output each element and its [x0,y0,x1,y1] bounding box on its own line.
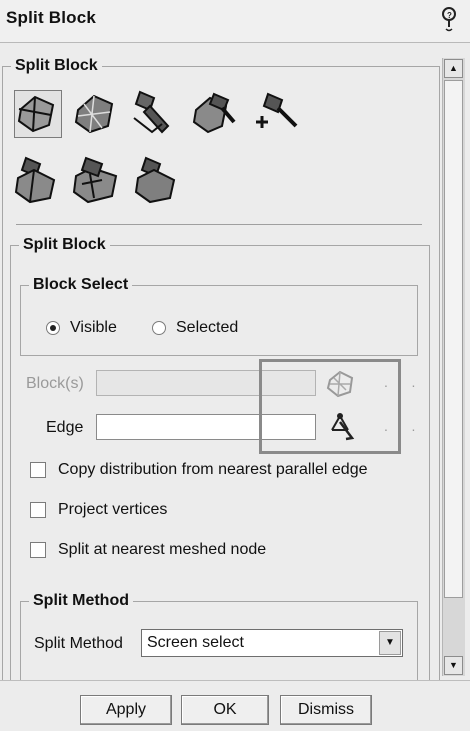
highlight-annotation [259,359,401,454]
scroll-down-icon[interactable]: ▼ [444,656,463,675]
split-face-icon[interactable] [132,88,180,136]
copy-distribution-label: Copy distribution from nearest parallel … [58,461,368,478]
help-icon[interactable]: ? [438,5,460,33]
scroll-thumb[interactable] [444,80,463,598]
radio-visible[interactable]: Visible [46,319,117,337]
split-method-select[interactable]: Screen select ▼ [141,629,403,657]
split-block-mesh-icon[interactable] [72,90,120,138]
project-vertices-label: Project vertices [58,501,168,518]
split-block-icon[interactable] [14,90,62,138]
split-method-title: Split Method [33,592,129,609]
project-vertices-checkbox[interactable]: Project vertices [30,501,167,519]
split-nearest-node-label: Split at nearest meshed node [58,541,267,558]
block-select-group: Block Select [20,276,418,356]
ok-button[interactable]: OK [181,695,269,725]
blocks-label: Block(s) [26,375,84,392]
project-vertices-box[interactable] [30,502,46,518]
scroll-up-icon[interactable]: ▲ [444,59,463,78]
radio-visible-label: Visible [70,319,117,336]
split-vertex-icon[interactable] [252,90,300,138]
dismiss-button[interactable]: Dismiss [280,695,372,725]
split-method-label: Split Method [34,635,123,652]
block-select-title: Block Select [33,276,129,293]
split-nearest-node-checkbox[interactable]: Split at nearest meshed node [30,541,266,559]
radio-selected-label: Selected [176,319,239,336]
section-divider [16,224,422,225]
svg-text:?: ? [447,11,452,20]
split-ogrid-icon[interactable] [72,154,120,204]
split-method-value: Screen select [147,634,244,651]
chevron-down-icon[interactable]: ▼ [379,631,401,655]
section-title: Split Block [23,236,106,253]
vertical-scrollbar[interactable]: ▲ ▼ [442,58,465,676]
title-bar: Split Block ? [0,0,470,43]
split-edge-icon[interactable] [192,90,240,138]
radio-selected-indicator[interactable] [152,321,166,335]
apply-button[interactable]: Apply [80,695,172,725]
copy-distribution-checkbox[interactable]: Copy distribution from nearest parallel … [30,461,368,479]
panel-title: Split Block [15,57,98,74]
radio-selected[interactable]: Selected [152,319,238,337]
button-bar: Apply OK Dismiss [0,680,470,731]
split-prism-icon[interactable] [14,154,62,204]
copy-distribution-box[interactable] [30,462,46,478]
edge-label: Edge [46,419,84,436]
split-free-icon[interactable] [134,154,182,204]
window-title: Split Block [6,8,97,27]
radio-visible-indicator[interactable] [46,321,60,335]
split-nearest-node-box[interactable] [30,542,46,558]
